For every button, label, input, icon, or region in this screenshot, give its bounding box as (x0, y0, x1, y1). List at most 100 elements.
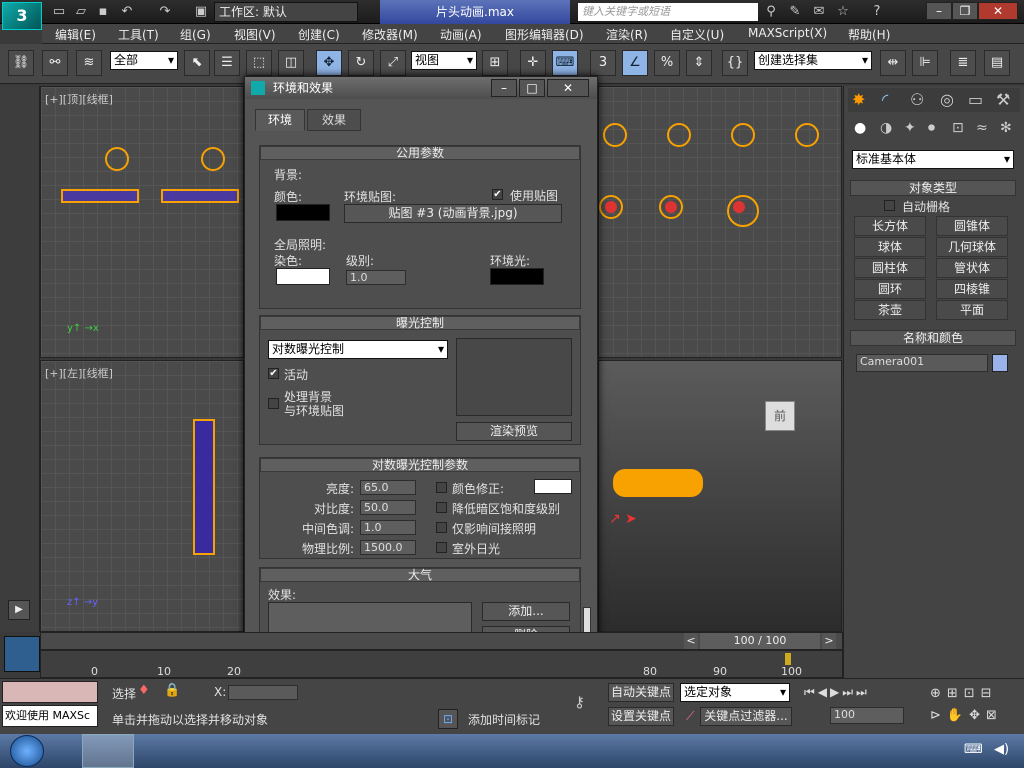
percent-snap-icon[interactable]: % (654, 50, 680, 76)
torus-button[interactable]: 圆环 (854, 279, 926, 299)
desaturate-checkbox[interactable] (436, 502, 447, 513)
bg-color-swatch[interactable] (276, 204, 330, 221)
redo-icon[interactable]: ↷ (156, 3, 174, 21)
exposure-control-header[interactable]: 曝光控制 (260, 316, 580, 330)
key-icon[interactable]: ⚷ (574, 693, 585, 711)
expand-arrow-icon[interactable]: ▶ (8, 600, 30, 620)
key-filters-icon[interactable]: ⟋ (686, 709, 694, 724)
undo-icon[interactable]: ↶ (118, 3, 136, 21)
cylinder-button[interactable]: 圆柱体 (854, 258, 926, 278)
object-type-rollout[interactable]: 对象类型 (850, 180, 1016, 196)
tint-color-swatch[interactable] (276, 268, 330, 285)
dialog-minimize-button[interactable]: – (491, 79, 517, 97)
app-logo[interactable]: 3 (2, 2, 42, 30)
box-button[interactable]: 长方体 (854, 216, 926, 236)
viewport-left[interactable]: [+][左][线框] z↑ →y (40, 360, 244, 632)
create-tab-icon[interactable]: ✸ (852, 90, 865, 109)
shapes-icon[interactable]: ◑ (880, 120, 892, 136)
render-preview-button[interactable]: 渲染预览 (456, 422, 572, 441)
pyramid-button[interactable]: 四棱锥 (936, 279, 1008, 299)
ornament-object[interactable] (201, 147, 225, 171)
taskbar-3dsmax-icon[interactable] (82, 734, 134, 768)
mirror-icon[interactable]: ⇹ (880, 50, 906, 76)
add-effect-button[interactable]: 添加... (482, 602, 570, 621)
rotate-icon[interactable]: ↻ (348, 50, 374, 76)
dialog-maximize-button[interactable]: □ (519, 79, 545, 97)
workspace-dropdown[interactable]: 工作区: 默认 (214, 2, 358, 22)
geosphere-button[interactable]: 几何球体 (936, 237, 1008, 257)
tab-environment[interactable]: 环境 (255, 109, 305, 131)
align-icon[interactable]: ⊫ (912, 50, 938, 76)
unlink-icon[interactable]: ⚯ (42, 50, 68, 76)
selected-dropdown[interactable]: 选定对象 (680, 683, 790, 702)
key-filters-button[interactable]: 关键点过滤器... (700, 707, 792, 726)
open-file-icon[interactable]: ▱ (72, 3, 90, 21)
object-name-field[interactable]: Camera001 (856, 354, 988, 372)
object-color-swatch[interactable] (992, 354, 1008, 372)
dialog-close-button[interactable]: ✕ (547, 79, 589, 97)
column-object[interactable] (193, 419, 215, 555)
isolate-icon[interactable]: ♦ (138, 683, 150, 698)
rect-selection-icon[interactable]: ⬚ (246, 50, 272, 76)
auto-grid-checkbox[interactable] (884, 200, 895, 211)
menu-views[interactable]: 视图(V) (234, 26, 276, 43)
process-bg-checkbox[interactable] (268, 398, 279, 409)
cameras-icon[interactable]: ⏺ (928, 120, 935, 136)
menu-group[interactable]: 组(G) (180, 26, 211, 43)
prev-frame-button[interactable]: < (684, 633, 698, 649)
search-input[interactable]: 键入关键字或短语 (578, 3, 758, 21)
teapot-button[interactable]: 茶壶 (854, 300, 926, 320)
x-coord-field[interactable] (228, 685, 298, 700)
select-object-icon[interactable]: ⬉ (184, 50, 210, 76)
plane-button[interactable]: 平面 (936, 300, 1008, 320)
category-dropdown[interactable]: 标准基本体 (852, 150, 1014, 169)
menu-animation[interactable]: 动画(A) (440, 26, 482, 43)
sphere-button[interactable]: 球体 (854, 237, 926, 257)
brightness-spinner[interactable]: 65.0 (360, 480, 416, 495)
current-frame-field[interactable]: 100 (830, 707, 904, 724)
tray-keyboard-icon[interactable]: ⌨ (964, 742, 983, 757)
menu-graph-editors[interactable]: 图形编辑器(D) (505, 26, 584, 43)
level-spinner[interactable]: 1.0 (346, 270, 406, 285)
project-folder-icon[interactable]: ▣ (192, 3, 210, 21)
minimize-button[interactable]: – (926, 2, 952, 20)
time-tag-icon[interactable]: ⊡ (438, 709, 458, 729)
binoculars-icon[interactable]: ⚲ (762, 3, 780, 21)
atmosphere-header[interactable]: 大气 (260, 568, 580, 582)
viewport-top-label[interactable]: [+][顶][线框] (45, 91, 113, 107)
log-exposure-header[interactable]: 对数曝光控制参数 (260, 458, 580, 472)
graphite-toolbar-icon[interactable]: ▤ (984, 50, 1010, 76)
viewport-left-label[interactable]: [+][左][线框] (45, 365, 113, 381)
display-tab-icon[interactable]: ▭ (968, 90, 983, 109)
ornament-object[interactable] (603, 123, 627, 147)
tab-effects[interactable]: 效果 (307, 109, 361, 131)
ornament-object[interactable] (731, 123, 755, 147)
edit-named-sel-icon[interactable]: {} (722, 50, 748, 76)
use-map-checkbox[interactable]: ✔ (492, 189, 503, 200)
maxscript-mini-listener[interactable]: 欢迎使用 MAXSc (2, 705, 98, 727)
cone-button[interactable]: 圆锥体 (936, 216, 1008, 236)
ornament-object[interactable] (599, 195, 623, 219)
start-button[interactable] (10, 735, 44, 767)
keyboard-shortcut-icon[interactable]: ⌨ (552, 50, 578, 76)
viewcube[interactable]: 前 (765, 401, 795, 431)
lights-icon[interactable]: ✦ (904, 120, 916, 136)
systems-icon[interactable]: ✻ (1000, 120, 1012, 136)
spacewarps-icon[interactable]: ≈ (976, 120, 988, 136)
playback-controls[interactable]: ⏮◀▶⏭⏭ (804, 685, 930, 703)
ambient-color-swatch[interactable] (490, 268, 544, 285)
add-time-tag-label[interactable]: 添加时间标记 (468, 711, 540, 728)
spinner-snap-icon[interactable]: ⇕ (686, 50, 712, 76)
ornament-group[interactable] (613, 469, 703, 497)
dialog-titlebar[interactable]: 环境和效果 – □ ✕ (245, 77, 597, 99)
link-icon[interactable]: ⛓ (8, 50, 34, 76)
window-crossing-icon[interactable]: ◫ (278, 50, 304, 76)
pivot-center-icon[interactable]: ⊞ (482, 50, 508, 76)
angle-snap-icon[interactable]: ∠ (622, 50, 648, 76)
time-slider[interactable]: 100 / 100 (700, 633, 820, 649)
midtones-spinner[interactable]: 1.0 (360, 520, 416, 535)
ref-coord-dropdown[interactable]: 视图 (411, 51, 477, 70)
tools-icon[interactable]: ✎ (786, 3, 804, 21)
ornament-object[interactable] (727, 195, 759, 227)
utilities-tab-icon[interactable]: ⚒ (996, 90, 1010, 109)
